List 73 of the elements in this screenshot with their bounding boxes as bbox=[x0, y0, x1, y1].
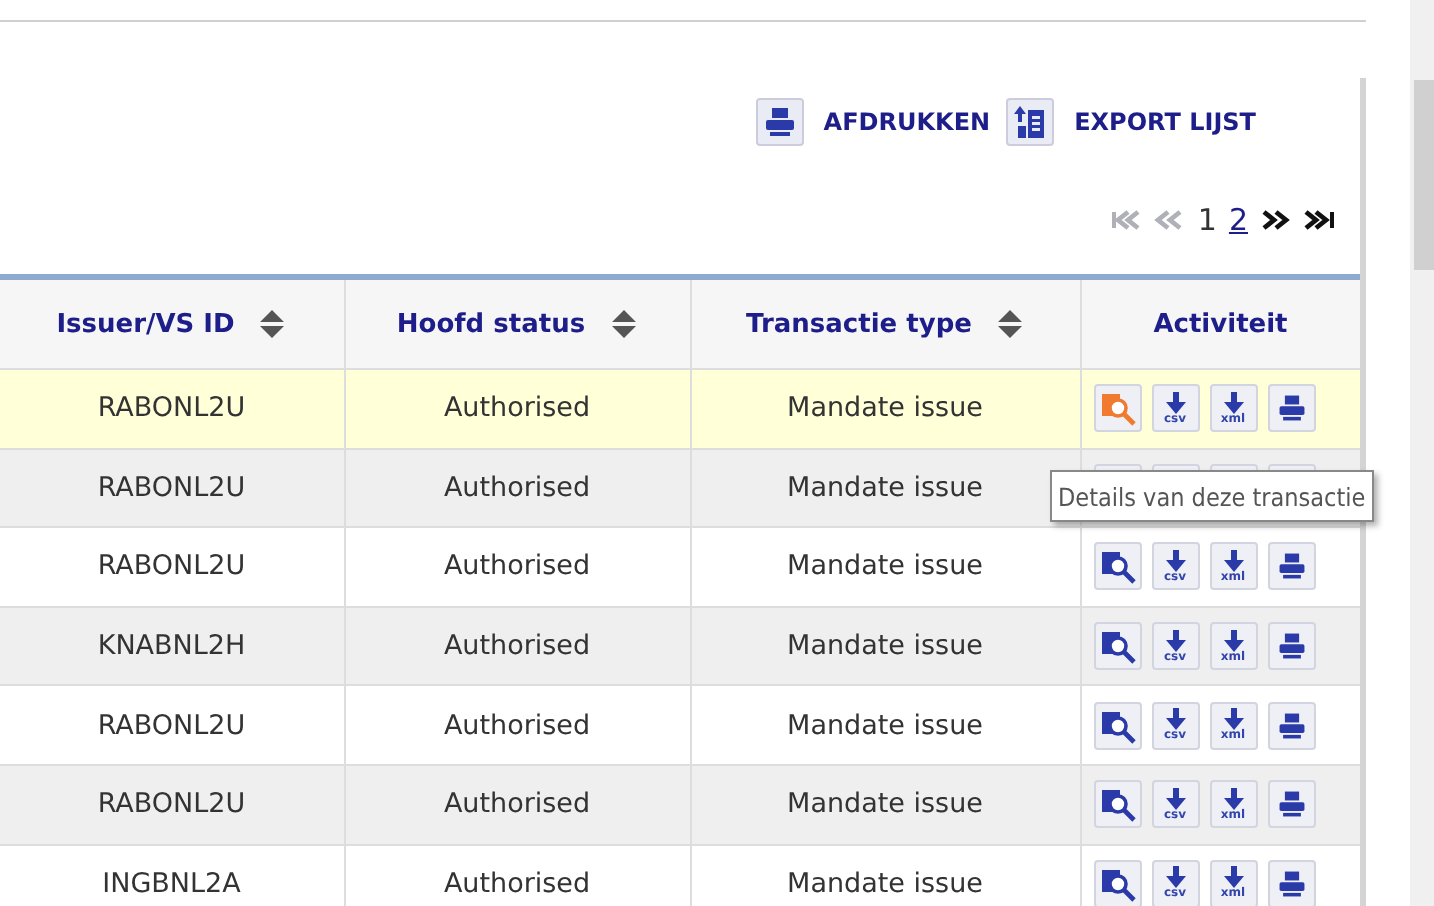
table-cell: Authorised bbox=[344, 606, 690, 686]
page-link[interactable]: 2 bbox=[1228, 202, 1248, 238]
sort-icon[interactable] bbox=[609, 308, 638, 340]
download-arrow-icon bbox=[1165, 391, 1185, 414]
printer-icon bbox=[761, 104, 798, 140]
table-cell: RABONL2U bbox=[0, 369, 344, 449]
table-cell: Authorised bbox=[344, 685, 690, 765]
download-arrow-icon bbox=[1223, 629, 1243, 652]
column-header[interactable]: Issuer/VS ID bbox=[56, 309, 235, 339]
download-arrow-icon bbox=[1223, 391, 1243, 414]
print-button[interactable] bbox=[1267, 542, 1315, 591]
magnifier-icon bbox=[1099, 548, 1135, 585]
table-cell: Mandate issue bbox=[690, 844, 1080, 906]
table-cell: Authorised bbox=[344, 527, 690, 607]
table-cell: RABONL2U bbox=[0, 764, 344, 845]
printer-icon bbox=[1275, 709, 1307, 742]
sort-icon[interactable] bbox=[995, 308, 1024, 340]
table-cell: Mandate issue bbox=[690, 764, 1080, 845]
download-arrow-icon bbox=[1223, 549, 1243, 572]
download-arrow-icon bbox=[1223, 708, 1243, 731]
printer-icon bbox=[1275, 788, 1307, 821]
table-cell: KNABNL2H bbox=[0, 606, 344, 686]
column-header[interactable]: Transactie type bbox=[746, 309, 972, 339]
scrollbar-track[interactable] bbox=[1410, 0, 1434, 906]
print-button[interactable] bbox=[1267, 780, 1315, 829]
download-arrow-icon bbox=[1165, 708, 1185, 731]
page-link[interactable]: 1 bbox=[1197, 202, 1217, 238]
sort-icon[interactable] bbox=[258, 308, 287, 340]
details-button[interactable] bbox=[1093, 622, 1141, 671]
table-cell: Authorised bbox=[344, 448, 690, 528]
table-cell: Authorised bbox=[344, 764, 690, 845]
download-arrow-icon bbox=[1223, 866, 1243, 889]
download-arrow-icon bbox=[1223, 787, 1243, 810]
column-header[interactable]: Hoofd status bbox=[396, 309, 586, 339]
print-button[interactable] bbox=[1267, 701, 1315, 750]
download-arrow-icon bbox=[1165, 866, 1185, 889]
printer-icon bbox=[1275, 550, 1307, 583]
print-button[interactable] bbox=[1267, 859, 1315, 906]
tooltip: Details van deze transactie bbox=[1050, 470, 1374, 522]
details-button[interactable] bbox=[1093, 542, 1141, 591]
magnifier-icon bbox=[1099, 865, 1135, 902]
table-cell: Mandate issue bbox=[690, 606, 1080, 686]
last-page-icon[interactable] bbox=[1304, 206, 1336, 234]
print-button[interactable] bbox=[1267, 622, 1315, 671]
magnifier-icon bbox=[1099, 628, 1135, 665]
magnifier-icon bbox=[1099, 390, 1135, 427]
details-button[interactable] bbox=[1093, 780, 1141, 829]
column-header: Activiteit bbox=[1153, 309, 1288, 339]
table-cell: RABONL2U bbox=[0, 685, 344, 765]
scrollbar-thumb[interactable] bbox=[1414, 80, 1434, 270]
table-cell: Mandate issue bbox=[690, 369, 1080, 449]
table-cell: RABONL2U bbox=[0, 448, 344, 528]
printer-icon bbox=[1275, 392, 1307, 425]
download-arrow-icon bbox=[1165, 787, 1185, 810]
details-button[interactable] bbox=[1093, 859, 1141, 906]
magnifier-icon bbox=[1099, 707, 1135, 744]
download-arrow-icon bbox=[1165, 629, 1185, 652]
table-cell: RABONL2U bbox=[0, 527, 344, 607]
next-page-icon[interactable] bbox=[1260, 206, 1292, 234]
table-cell: Authorised bbox=[344, 369, 690, 449]
export-list-icon bbox=[1012, 104, 1049, 140]
printer-icon bbox=[1275, 630, 1307, 663]
printer-icon bbox=[1275, 867, 1307, 900]
print-button[interactable] bbox=[1267, 384, 1315, 433]
table-cell: Authorised bbox=[344, 844, 690, 906]
export-button[interactable]: EXPORT LIJST bbox=[1006, 98, 1256, 146]
print-button[interactable]: AFDRUKKEN bbox=[755, 98, 991, 146]
download-arrow-icon bbox=[1165, 549, 1185, 572]
table-cell: Mandate issue bbox=[690, 685, 1080, 765]
details-button[interactable] bbox=[1093, 701, 1141, 750]
table-cell: Mandate issue bbox=[690, 527, 1080, 607]
magnifier-icon bbox=[1099, 786, 1135, 823]
table-cell: INGBNL2A bbox=[0, 844, 344, 906]
